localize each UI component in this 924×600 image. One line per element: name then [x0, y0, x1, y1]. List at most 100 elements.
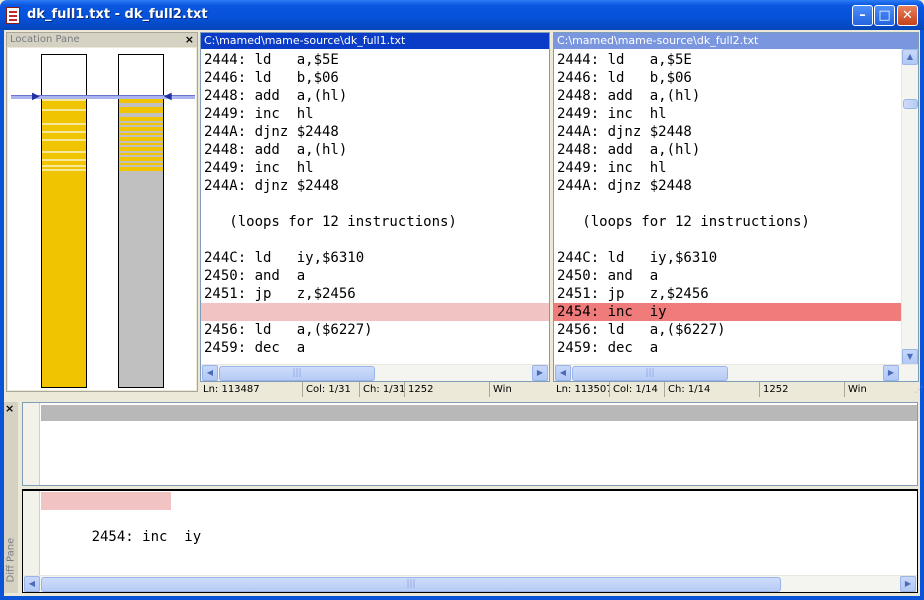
code-line: 2451: jp z,$2456 — [204, 286, 356, 302]
code-line: 2450: and a — [204, 268, 306, 284]
window-title: dk_full1.txt - dk_full2.txt — [27, 7, 208, 22]
diff-marker — [119, 167, 163, 171]
diff-marker — [119, 157, 163, 161]
scroll-up-icon[interactable]: ▲ — [902, 49, 918, 65]
diff-marker — [42, 139, 86, 141]
scroll-left-icon[interactable]: ◀ — [24, 576, 40, 592]
status-codepage: 1252 — [405, 382, 490, 397]
diff-bottom-margin — [23, 491, 40, 575]
scroll-right-icon[interactable]: ▶ — [532, 365, 548, 381]
status-char: Ch: 1/31 — [360, 382, 405, 397]
scroll-thumb[interactable]: ||| — [572, 366, 728, 381]
status-eol: Win — [493, 384, 512, 395]
location-pane-title: Location Pane — [10, 34, 80, 45]
scroll-down-icon[interactable]: ▼ — [902, 349, 918, 365]
diff-top-view[interactable] — [22, 402, 918, 486]
code-line: 2449: inc hl — [557, 160, 667, 176]
code-line: 244A: djnz $2448 — [557, 124, 692, 140]
right-file-pane[interactable]: C:\mamed\mame-source\dk_full2.txt 2444: … — [553, 32, 919, 382]
left-file-pane[interactable]: C:\mamed\mame-source\dk_full1.txt 2444: … — [200, 32, 550, 382]
scroll-right-icon[interactable]: ▶ — [883, 365, 899, 381]
bar-unchanged-region — [42, 55, 86, 95]
right-file-path: C:\mamed\mame-source\dk_full2.txt — [554, 33, 918, 49]
diff-bottom-line-text: 2454: inc iy — [91, 529, 202, 545]
diff-marker — [42, 151, 86, 153]
scroll-right-icon[interactable]: ▶ — [900, 576, 916, 592]
diff-marker — [119, 137, 163, 141]
status-eol: Win — [848, 384, 867, 395]
diff-marker — [42, 131, 86, 133]
diff-marker — [119, 123, 163, 125]
diff-pane-close-icon[interactable]: × — [5, 402, 14, 415]
code-line: 244C: ld iy,$6310 — [557, 250, 718, 266]
diff-marker — [119, 143, 163, 145]
left-horizontal-scrollbar[interactable]: ◀ ||| ▶ — [201, 364, 549, 381]
diff-marker — [119, 107, 163, 113]
left-file-location-bar[interactable] — [41, 54, 87, 388]
diff-line: 2454: inc iy — [554, 303, 902, 321]
scroll-thumb[interactable] — [903, 99, 918, 109]
code-line: 2446: ld b,$06 — [557, 70, 692, 86]
code-line: 244A: djnz $2448 — [204, 178, 339, 194]
status-line: Ln: 113487 — [200, 382, 303, 397]
right-status-bar: Ln: 113507 Col: 1/14 Ch: 1/14 1252 Win — [553, 382, 917, 397]
code-line: 2456: ld a,($6227) — [204, 322, 373, 338]
diff-marker — [42, 109, 86, 111]
diff-marker — [42, 123, 86, 125]
minimize-button[interactable]: – — [852, 5, 873, 26]
diff-top-margin — [23, 403, 40, 485]
diff-horizontal-scrollbar[interactable]: ◀ ||| ▶ — [23, 575, 917, 592]
right-file-location-bar[interactable] — [118, 54, 164, 388]
diff-bottom-line: 2454: inc iy — [41, 492, 201, 545]
code-line: 2449: inc hl — [557, 106, 667, 122]
bar-unchanged-region — [119, 55, 163, 95]
location-pane: Location Pane × ▶ ◀ — [6, 32, 198, 392]
status-column: Col: 1/31 — [303, 382, 360, 397]
location-marker-left-icon: ◀ — [164, 91, 172, 102]
status-codepage: 1252 — [760, 382, 845, 397]
code-line: 2456: ld a,($6227) — [557, 322, 726, 338]
resize-grip-icon[interactable]: ⋰ — [915, 385, 923, 394]
code-line: (loops for 12 instructions) — [557, 214, 810, 230]
code-line: 244A: djnz $2448 — [557, 178, 692, 194]
status-column: Col: 1/14 — [610, 382, 665, 397]
scroll-thumb[interactable]: ||| — [219, 366, 375, 381]
diff-line-text: 2454: inc iy — [557, 304, 667, 320]
title-bar[interactable]: dk_full1.txt - dk_full2.txt – □ ✕ — [0, 0, 924, 30]
right-horizontal-scrollbar[interactable]: ◀ ||| ▶ — [554, 364, 918, 381]
scroll-left-icon[interactable]: ◀ — [555, 365, 571, 381]
scroll-thumb[interactable]: ||| — [41, 577, 781, 592]
code-line: 2448: add a,(hl) — [557, 88, 701, 104]
right-vertical-scrollbar[interactable]: ▲ ▼ — [901, 49, 918, 365]
code-line: 2451: jp z,$2456 — [557, 286, 709, 302]
diff-marker — [42, 159, 86, 161]
code-line: (loops for 12 instructions) — [204, 214, 457, 230]
close-button[interactable]: ✕ — [897, 5, 918, 26]
status-char: Ch: 1/14 — [665, 382, 760, 397]
location-pane-close-icon[interactable]: × — [185, 33, 194, 47]
left-file-path: C:\mamed\mame-source\dk_full1.txt — [201, 33, 549, 49]
left-code-view[interactable]: 2444: ld a,$5E 2446: ld b,$06 2448: add … — [201, 51, 549, 357]
window-frame-right — [920, 30, 924, 600]
code-line: 2459: dec a — [557, 340, 659, 356]
diff-marker — [42, 99, 86, 101]
right-code-view[interactable]: 2444: ld a,$5E 2446: ld b,$06 2448: add … — [554, 51, 902, 357]
scroll-left-icon[interactable]: ◀ — [202, 365, 218, 381]
diff-bottom-view[interactable]: 2454: inc iy ◀ ||| ▶ — [22, 489, 918, 593]
location-map[interactable]: ▶ ◀ — [8, 48, 196, 390]
location-pane-header: Location Pane × — [7, 33, 197, 47]
status-line: Ln: 113507 — [553, 382, 610, 397]
maximize-button[interactable]: □ — [874, 5, 895, 26]
diff-empty-line — [201, 303, 549, 321]
diff-marker — [119, 117, 163, 121]
code-line: 2446: ld b,$06 — [204, 70, 339, 86]
location-marker-right-icon: ▶ — [32, 91, 40, 102]
diff-marker — [119, 147, 163, 151]
diff-pane-title: Diff Pane — [5, 537, 17, 583]
diff-pane-sidebar: × Diff Pane — [4, 402, 18, 593]
code-line: 244A: djnz $2448 — [204, 124, 339, 140]
diff-marker — [42, 169, 86, 171]
